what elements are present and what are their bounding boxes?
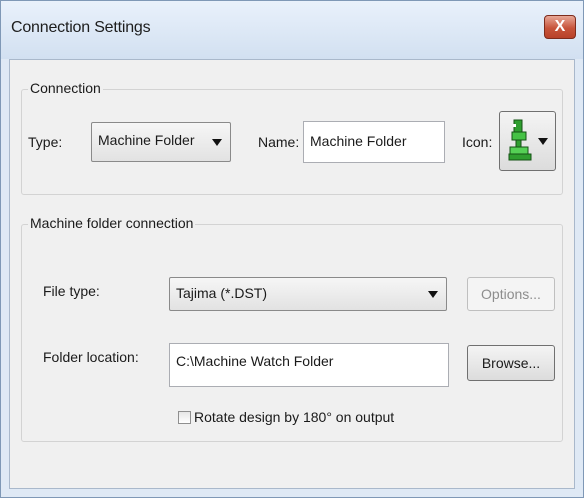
machine-folder-legend: Machine folder connection bbox=[28, 215, 196, 231]
connection-legend: Connection bbox=[28, 80, 103, 96]
name-input[interactable]: Machine Folder bbox=[303, 121, 445, 163]
close-icon: X bbox=[554, 18, 566, 35]
name-label: Name: bbox=[258, 134, 300, 150]
rotate-checkbox[interactable] bbox=[178, 411, 191, 424]
file-type-dropdown[interactable]: Tajima (*.DST) bbox=[169, 277, 447, 311]
type-label: Type: bbox=[28, 134, 63, 150]
folder-location-input[interactable]: C:\Machine Watch Folder bbox=[169, 343, 449, 387]
connection-settings-dialog: Connection Settings X Connection Type: M… bbox=[0, 0, 584, 498]
file-type-dropdown-value: Tajima (*.DST) bbox=[176, 285, 268, 301]
embroidery-machine-icon bbox=[508, 119, 548, 161]
chevron-down-icon bbox=[212, 139, 222, 146]
connection-group: Connection Type: Machine Folder Name: Ma… bbox=[21, 80, 563, 195]
icon-picker-button[interactable] bbox=[499, 111, 556, 171]
file-type-label: File type: bbox=[43, 283, 100, 299]
folder-location-label: Folder location: bbox=[43, 349, 139, 365]
icon-label: Icon: bbox=[462, 134, 493, 150]
dialog-body: Connection Type: Machine Folder Name: Ma… bbox=[9, 59, 575, 489]
window-title: Connection Settings bbox=[11, 19, 151, 36]
close-button[interactable]: X bbox=[544, 15, 576, 39]
machine-folder-group: Machine folder connection File type: Taj… bbox=[21, 215, 563, 442]
rotate-checkbox-label[interactable]: Rotate design by 180° on output bbox=[194, 409, 394, 425]
chevron-down-icon bbox=[428, 291, 438, 298]
options-button[interactable]: Options... bbox=[467, 277, 555, 311]
type-dropdown[interactable]: Machine Folder bbox=[91, 122, 231, 162]
type-dropdown-value: Machine Folder bbox=[98, 132, 195, 148]
title-bar[interactable]: Connection Settings X bbox=[1, 1, 583, 59]
browse-button[interactable]: Browse... bbox=[467, 345, 555, 381]
